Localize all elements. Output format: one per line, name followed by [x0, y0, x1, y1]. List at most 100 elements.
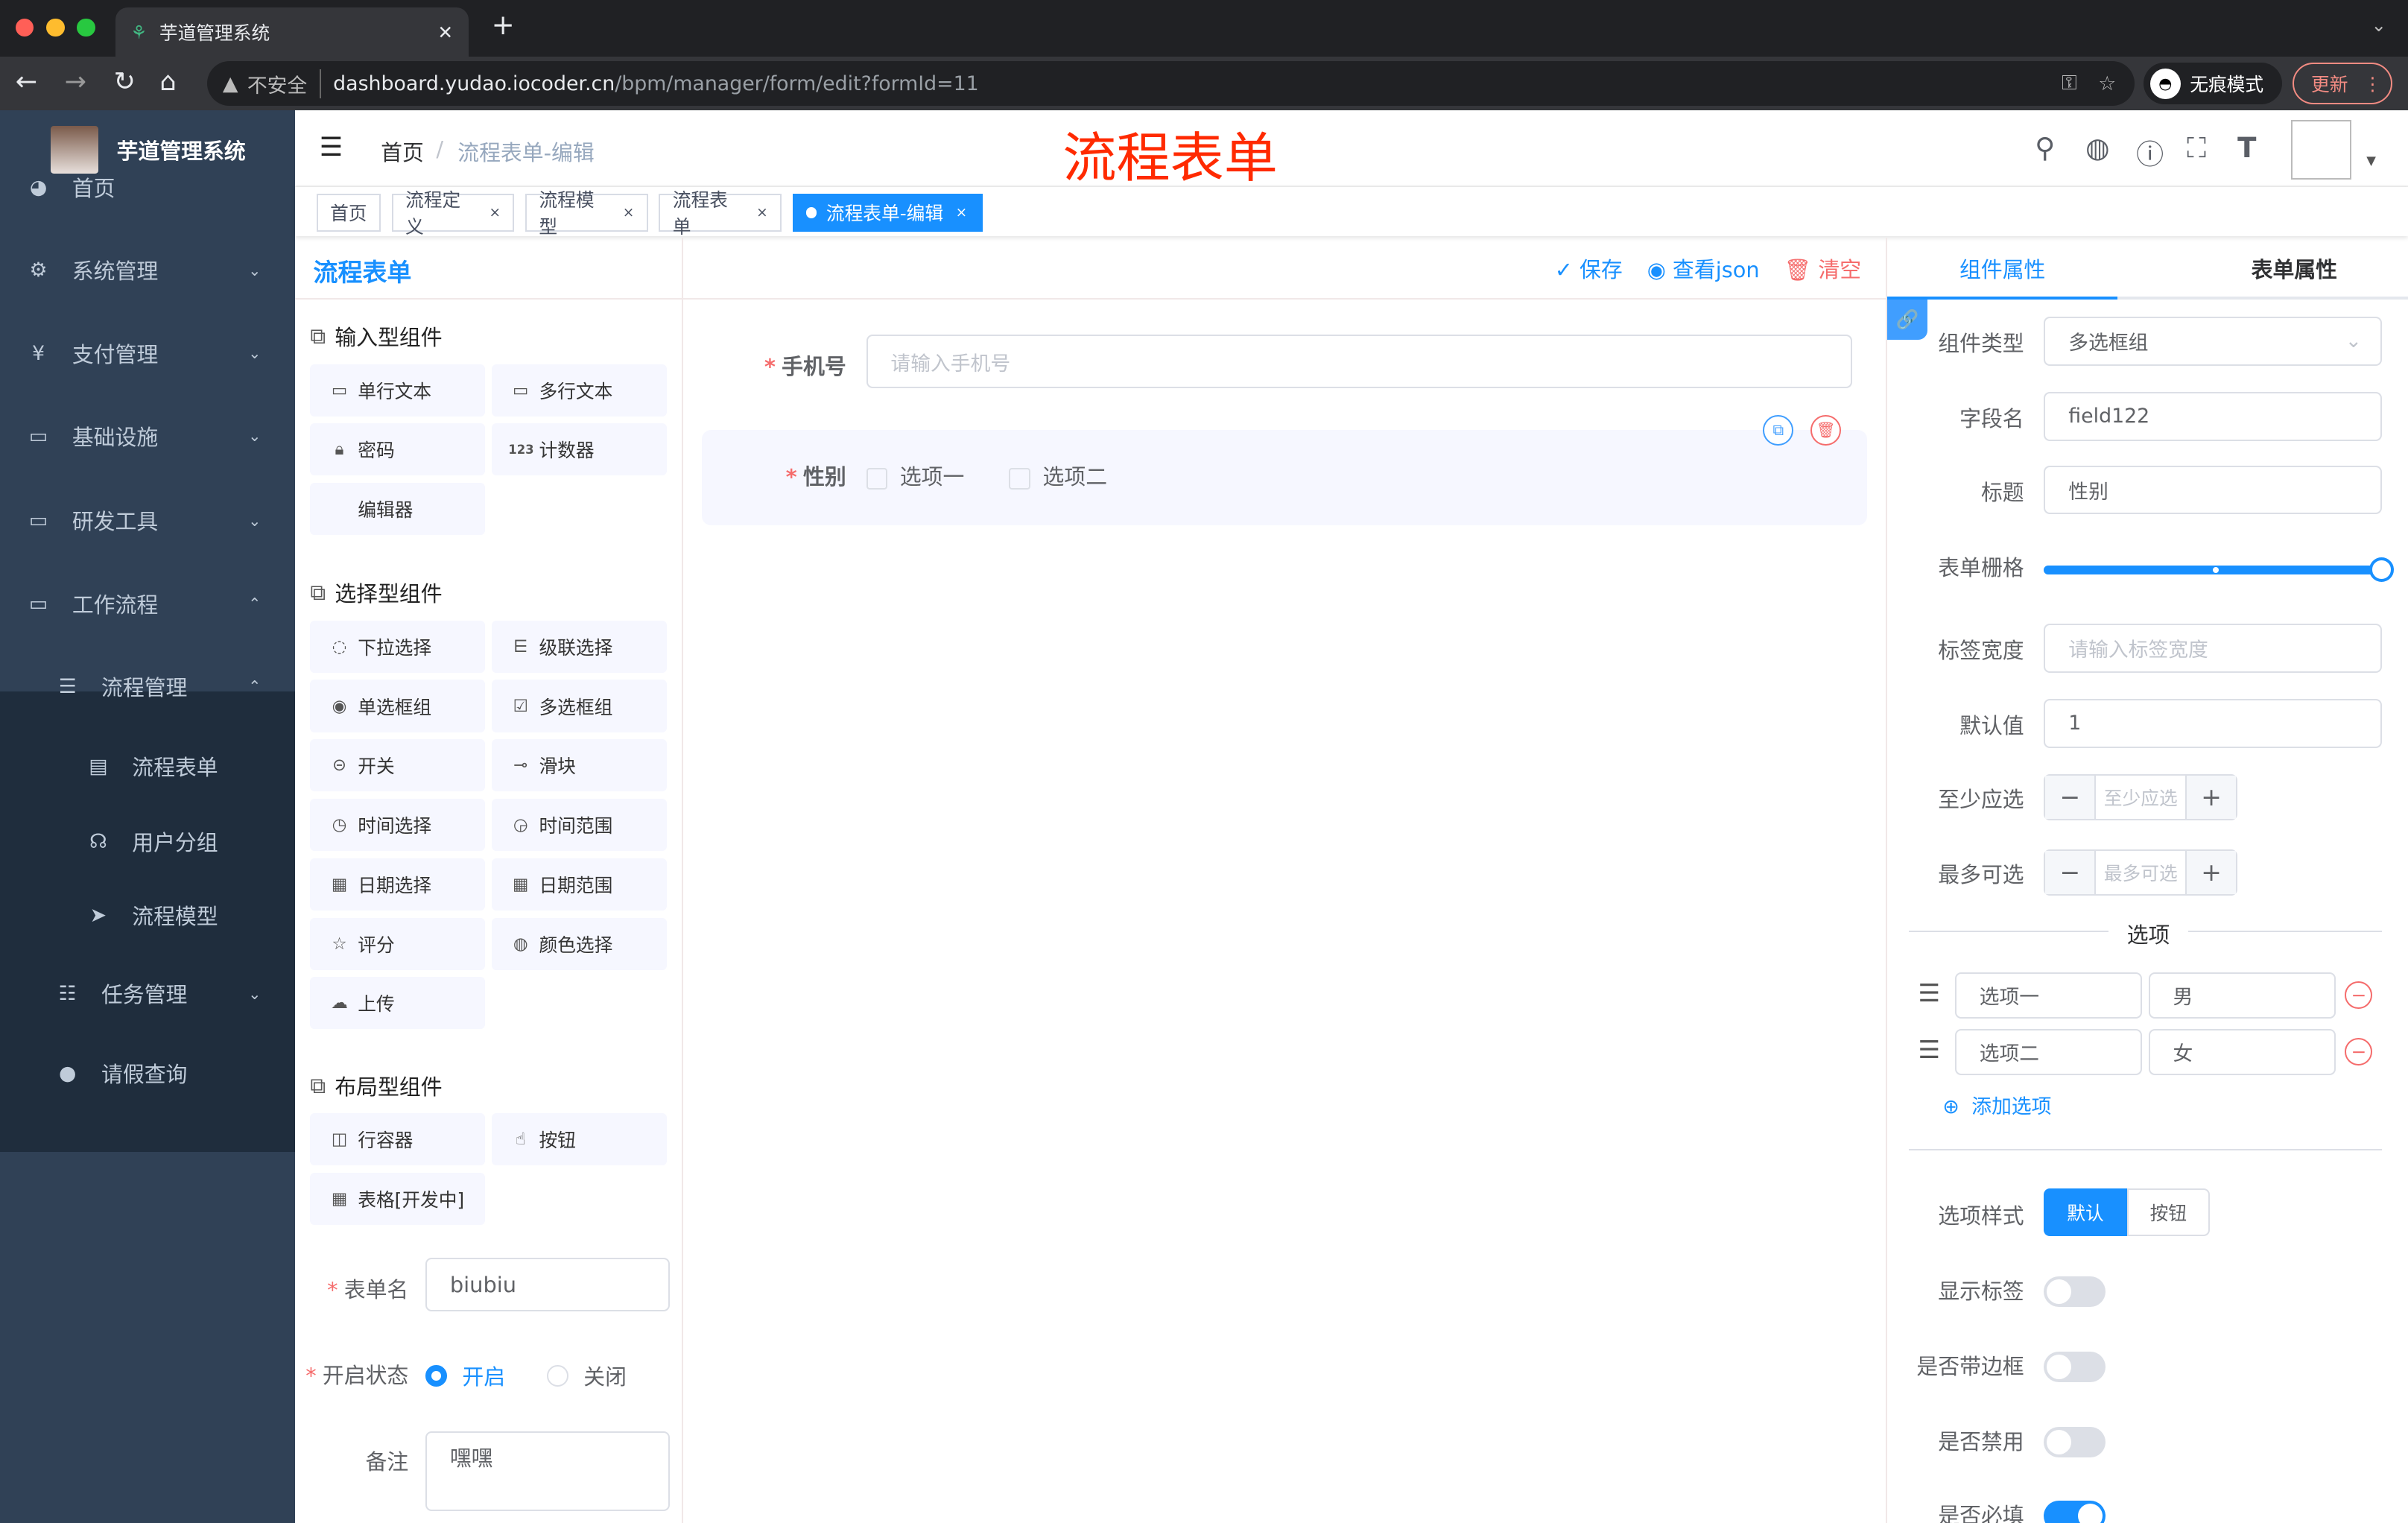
maximize-window-button[interactable] — [77, 18, 95, 37]
remove-option-icon[interactable]: − — [2345, 981, 2373, 1010]
component-item[interactable]: 编辑器 — [310, 483, 486, 536]
status-radio-on[interactable]: 开启 — [425, 1361, 505, 1391]
reload-icon[interactable]: ↻ — [114, 66, 136, 97]
option-label-input[interactable]: 选项一 — [1954, 972, 2143, 1019]
delete-field-icon[interactable]: 🗑 — [1810, 414, 1842, 446]
minus-icon[interactable]: − — [2045, 850, 2095, 894]
tag-4[interactable]: 流程表单-编辑 × — [792, 193, 983, 232]
max-stepper[interactable]: − 最多可选 + — [2044, 849, 2238, 896]
minimize-window-button[interactable] — [45, 18, 65, 37]
close-tab-icon[interactable]: ✕ — [437, 22, 453, 43]
option-value-input[interactable]: 女 — [2148, 1029, 2336, 1075]
gender-option-2[interactable]: 选项二 — [1009, 460, 1107, 491]
tag-3[interactable]: 流程表单 × — [659, 189, 782, 238]
component-item[interactable]: ◉ 单选框组 — [310, 680, 486, 732]
sidebar-item-3[interactable]: ▭ 基础设施 ⌄ — [0, 395, 295, 478]
browser-tab[interactable]: ⚘ 芋道管理系统 ✕ — [115, 7, 469, 57]
new-tab-button[interactable]: + — [492, 9, 515, 41]
search-icon[interactable]: ⚲ — [2035, 132, 2055, 164]
close-tag-icon[interactable]: × — [956, 205, 968, 221]
default-value-input[interactable]: 1 — [2044, 698, 2382, 748]
fullscreen-icon[interactable]: ⛶ — [2187, 132, 2206, 165]
option-label-input[interactable]: 选项二 — [1954, 1029, 2143, 1075]
disabled-switch[interactable] — [2044, 1426, 2106, 1458]
tag-0[interactable]: 首页 — [316, 193, 381, 232]
forward-icon[interactable]: → — [65, 66, 86, 97]
url-bar[interactable]: ▲ 不安全 dashboard.yudao.iocoder.cn/bpm/man… — [207, 61, 2135, 107]
sidebar-item-4[interactable]: ▭ 研发工具 ⌄ — [0, 479, 295, 562]
close-tag-icon[interactable]: × — [756, 205, 768, 221]
sidebar-item-11[interactable]: ● 请假查询 — [0, 1032, 295, 1115]
drag-handle-icon[interactable]: ☰ — [1918, 1035, 1940, 1064]
sidebar-item-0[interactable]: ◕ 首页 — [0, 146, 295, 229]
sidebar-item-6[interactable]: ☰ 流程管理 ⌃ — [0, 645, 295, 728]
sidebar-item-2[interactable]: ¥ 支付管理 ⌄ — [0, 311, 295, 394]
caret-down-icon[interactable]: ▼ — [2366, 153, 2376, 168]
component-item[interactable]: ⋿ 级联选择 — [491, 620, 667, 673]
component-type-select[interactable]: 多选框组 ⌄ — [2044, 316, 2382, 366]
close-tag-icon[interactable]: × — [623, 205, 635, 221]
help-icon[interactable]: ⓘ — [2136, 132, 2164, 172]
gender-option-1[interactable]: 选项一 — [866, 460, 964, 491]
component-item[interactable]: ☑ 多选框组 — [491, 680, 667, 732]
component-item[interactable]: ▭ 多行文本 — [491, 364, 667, 417]
sidebar-item-1[interactable]: ⚙ 系统管理 ⌄ — [0, 229, 295, 311]
form-name-input[interactable]: biubiu — [425, 1258, 670, 1312]
component-item[interactable]: ▦ 表格[开发中] — [310, 1173, 486, 1226]
status-radio-off[interactable]: 关闭 — [546, 1361, 627, 1391]
field-name-input[interactable]: field122 — [2044, 391, 2382, 441]
tab-component-props[interactable]: 组件属性 — [1887, 253, 2117, 284]
tab-search-chevron-icon[interactable]: ⌄ — [2371, 14, 2386, 36]
drag-handle-icon[interactable]: ☰ — [1918, 978, 1940, 1007]
plus-icon[interactable]: + — [2187, 850, 2237, 894]
home-icon[interactable]: ⌂ — [159, 66, 176, 97]
slider-handle[interactable] — [2369, 557, 2395, 583]
update-button[interactable]: 更新 ⋮ — [2293, 63, 2393, 105]
style-button-button[interactable]: 按钮 — [2126, 1188, 2210, 1237]
minus-icon[interactable]: − — [2045, 775, 2095, 819]
add-option-button[interactable]: ⊕ 添加选项 — [1942, 1090, 2051, 1119]
tag-2[interactable]: 流程模型 × — [525, 189, 648, 238]
component-item[interactable]: ☆ 评分 — [310, 917, 486, 970]
sidebar-item-10[interactable]: ☷ 任务管理 ⌄ — [0, 952, 295, 1035]
font-size-icon[interactable]: T — [2237, 132, 2256, 164]
component-item[interactable]: ▭ 单行文本 — [310, 364, 486, 417]
sidebar-item-9[interactable]: ➤ 流程模型 — [0, 874, 295, 957]
bookmark-star-icon[interactable]: ☆ — [2098, 72, 2116, 95]
min-input[interactable]: 至少应选 — [2094, 775, 2187, 819]
phone-input[interactable]: 请输入手机号 — [866, 335, 1852, 389]
component-item[interactable]: ◌ 下拉选择 — [310, 620, 486, 673]
breadcrumb-home[interactable]: 首页 — [381, 136, 424, 167]
sidebar-item-5[interactable]: ▭ 工作流程 ⌃ — [0, 562, 295, 645]
save-button[interactable]: ✓ 保存 — [1555, 253, 1623, 284]
component-item[interactable]: 🔒︎ 密码 — [310, 423, 486, 476]
label-width-input[interactable]: 请输入标签宽度 — [2044, 623, 2382, 673]
border-switch[interactable] — [2044, 1351, 2106, 1383]
hamburger-icon[interactable]: ☰ — [320, 132, 343, 162]
component-item[interactable]: ◷ 时间选择 — [310, 799, 486, 852]
copy-field-icon[interactable]: ⧉ — [1763, 414, 1794, 446]
component-item[interactable]: ◫ 行容器 — [310, 1113, 486, 1166]
plus-icon[interactable]: + — [2187, 775, 2237, 819]
user-avatar[interactable] — [2291, 119, 2351, 180]
show-switch[interactable] — [2044, 1276, 2106, 1308]
required-switch[interactable] — [2044, 1500, 2106, 1523]
grid-slider[interactable] — [2044, 557, 2395, 583]
close-window-button[interactable] — [15, 18, 34, 37]
component-item[interactable]: ▦ 日期选择 — [310, 858, 486, 911]
component-item[interactable]: ▦ 日期范围 — [491, 858, 667, 911]
component-item[interactable]: 123 计数器 — [491, 423, 667, 476]
sidebar-item-7[interactable]: ▤ 流程表单 — [0, 725, 295, 808]
min-stepper[interactable]: − 至少应选 + — [2044, 773, 2238, 820]
back-icon[interactable]: ← — [16, 66, 37, 97]
style-default-button[interactable]: 默认 — [2044, 1188, 2127, 1237]
component-item[interactable]: ☁ 上传 — [310, 977, 486, 1030]
max-input[interactable]: 最多可选 — [2094, 850, 2187, 894]
remark-textarea[interactable]: 嘿嘿 — [425, 1431, 670, 1512]
github-icon[interactable]: ◍ — [2085, 132, 2109, 164]
clear-button[interactable]: 🗑 清空 — [1784, 253, 1861, 284]
component-item[interactable]: ◶ 时间范围 — [491, 799, 667, 852]
component-item[interactable]: ☝ 按钮 — [491, 1113, 667, 1166]
close-tag-icon[interactable]: × — [489, 205, 501, 221]
sidebar-item-8[interactable]: ☊ 用户分组 — [0, 800, 295, 883]
